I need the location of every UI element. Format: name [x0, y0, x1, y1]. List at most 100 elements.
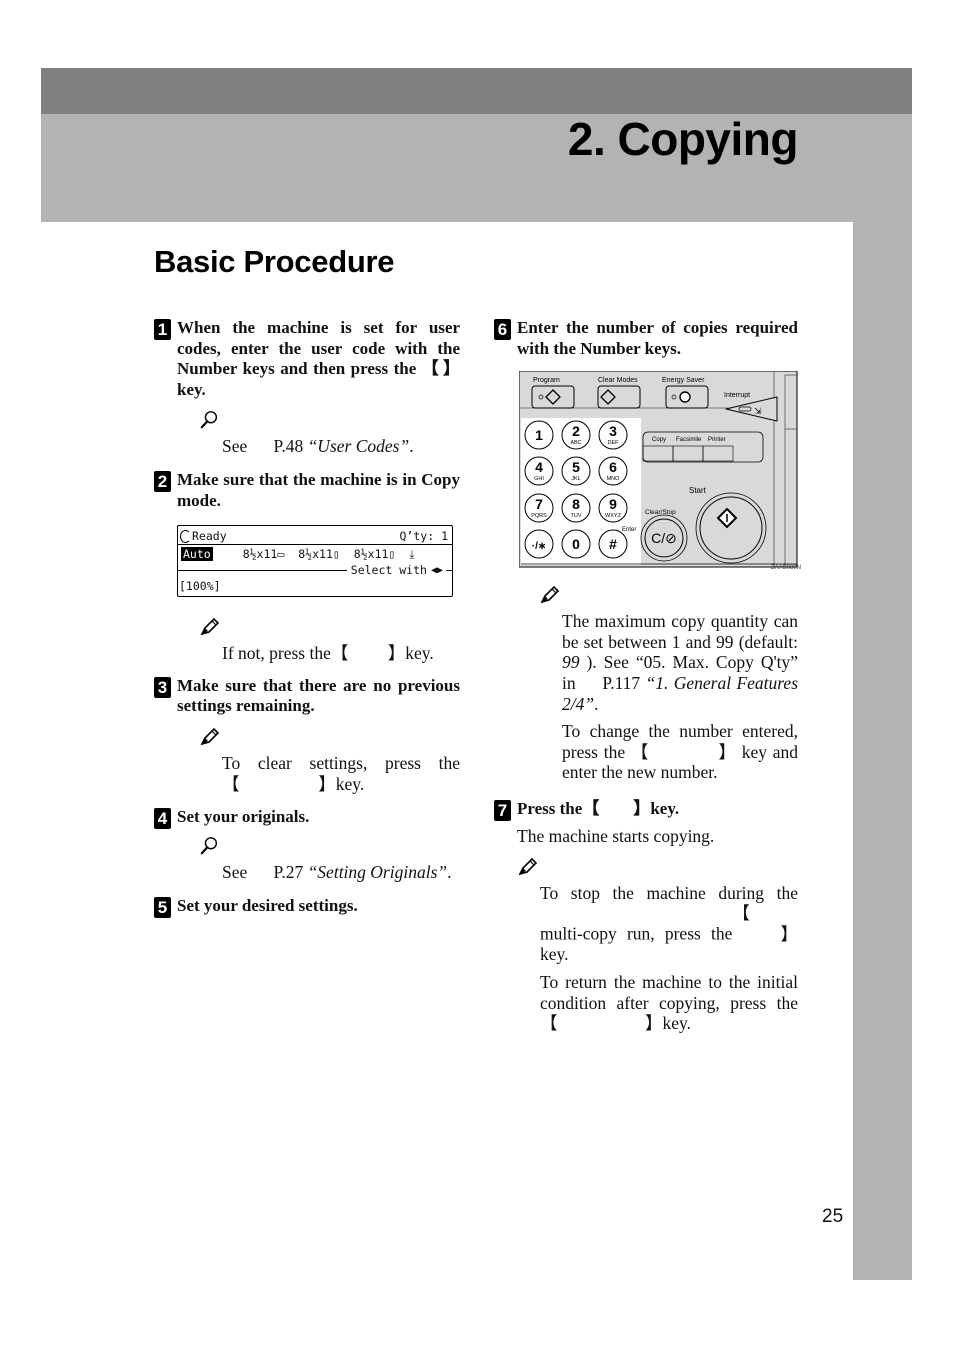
ref-end: .	[594, 693, 599, 714]
number-key-3[interactable]: 3DEF	[598, 420, 628, 450]
lcd-paper-row: Auto 8½x11▭ 8½x11▯ 8½x11▯ ⤓	[181, 546, 414, 562]
note-text-reset: To return the machine to the initial con…	[540, 972, 798, 1034]
step-number: 4	[154, 808, 171, 830]
reference-note: See P.48 “User Codes”.	[199, 410, 460, 457]
lcd-qty-label: Q’ty:	[399, 528, 435, 543]
step-number: 1	[154, 319, 171, 340]
step-7: 7 Press the 【 】 key. The machine starts co…	[494, 799, 798, 1034]
key-name-bracket: 【 】	[222, 773, 336, 794]
key-main-label: 1	[535, 427, 543, 443]
page-number: 25	[822, 1206, 844, 1227]
key-sub-label: GHI	[534, 476, 544, 482]
number-key-12[interactable]: #	[598, 529, 628, 559]
page-ref[interactable]: P.117	[602, 673, 640, 693]
note-text-change-number: To change the number entered, press the …	[562, 721, 798, 783]
number-key-7[interactable]: 7PQRS	[524, 493, 554, 523]
note-text: key.	[662, 1013, 692, 1034]
key-name-bracket: 【 】	[630, 741, 736, 762]
printer-mode-label: Printer	[708, 437, 726, 443]
note-text: The maximum copy quantity can be set bet…	[562, 611, 798, 652]
figure-code: ZAAS080N	[770, 565, 801, 572]
program-label: Program	[533, 377, 560, 384]
ref-title[interactable]: “User Codes”	[308, 436, 410, 456]
lcd-paper-option[interactable]: 8½x11▭	[243, 547, 285, 561]
note-text-stop: To stop the machine during the multi-cop…	[540, 883, 798, 965]
step-heading-text-end: key.	[177, 379, 206, 399]
chapter-side-strip	[853, 222, 912, 1280]
see-label: See	[222, 861, 248, 882]
key-main-label: 6	[609, 459, 617, 475]
control-panel-illustration: Program Clear Modes Energy Saver Interru…	[519, 371, 801, 571]
note: The maximum copy quantity can be set bet…	[539, 585, 798, 783]
lcd-status-text: Ready	[192, 528, 227, 543]
right-column: 6 Enter the number of copies required wi…	[494, 318, 801, 1034]
step-body: The machine starts copying.	[517, 825, 715, 846]
energy-saver-icon	[679, 391, 691, 403]
reference-note: See P.27 “Setting Originals”.	[199, 836, 460, 883]
number-key-9[interactable]: 9WXYZ	[598, 493, 628, 523]
key-main-label: 3	[609, 423, 617, 439]
start-label: Start	[689, 486, 707, 495]
page-ref[interactable]: P.27	[274, 862, 304, 882]
lcd-select-with: Select with	[350, 563, 427, 578]
ref-title[interactable]: “Setting Originals”	[308, 862, 448, 882]
note-text-post: key.	[405, 643, 434, 664]
number-key-1[interactable]: 1	[524, 420, 554, 450]
clear-modes-label: Clear Modes	[598, 377, 638, 384]
lcd-divider-line	[446, 569, 452, 571]
section-title: Basic Procedure	[154, 244, 395, 279]
note: If not, press the【 】key.	[199, 617, 460, 664]
number-key-5[interactable]: 5JKL	[561, 456, 591, 486]
number-key-8[interactable]: 8TUV	[561, 493, 591, 523]
lcd-divider-line	[178, 569, 347, 571]
key-sub-label: ABC	[570, 440, 581, 446]
note-text-max-qty: The maximum copy quantity can be set bet…	[562, 611, 798, 714]
lcd-paper-auto[interactable]: Auto	[181, 547, 213, 562]
step-1: 1 When the machine is set for user codes…	[154, 318, 460, 457]
bypass-tray-icon[interactable]: ⤓	[409, 547, 414, 562]
chapter-title: 2. Copying	[567, 113, 799, 165]
step-number: 7	[494, 799, 511, 821]
enter-label: Enter	[622, 527, 636, 533]
number-key-2[interactable]: 2ABC	[561, 420, 591, 450]
lcd-select-row: Select with ◀▶	[178, 562, 452, 578]
step-2: 2 Make sure that the machine is in Copy …	[154, 470, 460, 664]
energy-saver-label: Energy Saver	[662, 377, 705, 384]
default-value: 99	[562, 652, 580, 673]
clear-modes-button[interactable]	[597, 385, 641, 409]
step-4: 4 Set your originals. See P.27 “Setting …	[154, 807, 460, 882]
note-text: To clear settings, press the 【 】key.	[222, 753, 460, 794]
step-heading: Make sure that the machine is in Copy mo…	[177, 469, 460, 510]
ready-indicator-icon	[180, 529, 191, 543]
key-main-label: 0	[572, 536, 580, 552]
lcd-paper-option[interactable]: 8½x11▯	[354, 547, 396, 561]
lcd-status-row: Ready Q’ty: 1	[180, 527, 448, 544]
left-right-arrow-icon: ◀▶	[430, 564, 443, 576]
number-key-6[interactable]: 6MNO	[598, 456, 628, 486]
clear-stop-icon: C/⊘	[651, 530, 677, 546]
start-button[interactable]	[699, 496, 763, 560]
step-heading: Set your desired settings.	[177, 896, 358, 916]
step-heading: When the machine is set for user codes, …	[177, 318, 460, 400]
note-text-pre: If not, press the	[222, 643, 331, 664]
reference-text: See P.27 “Setting Originals”.	[222, 862, 460, 883]
lcd-paper-option[interactable]: 8½x11▯	[298, 547, 340, 561]
step-number: 3	[154, 676, 171, 698]
reference-magnifier-icon	[200, 411, 218, 429]
note-pencil-icon	[200, 727, 220, 746]
number-key-11[interactable]: 0	[561, 529, 591, 559]
lcd-display: Ready Q’ty: 1 Auto 8½x11▭ 8½x11▯ 8½x11▯ …	[177, 525, 453, 598]
facsimile-mode-label: Facsimile	[676, 437, 702, 443]
number-key-10[interactable]: ·/∗	[524, 529, 554, 559]
lcd-quantity: Q’ty: 1	[400, 529, 449, 543]
key-name-bracket: 【 】	[732, 903, 798, 944]
step-heading-text-end: key.	[650, 798, 680, 818]
note-text-pre: To clear settings, press the	[222, 752, 460, 773]
step-heading-text: Press the	[517, 798, 583, 818]
interrupt-icon: ⇲	[754, 406, 762, 416]
note-text-post: key.	[335, 773, 365, 794]
key-main-label: 5	[572, 459, 580, 475]
number-key-4[interactable]: 4GHI	[524, 456, 554, 486]
page-ref[interactable]: P.48	[274, 436, 304, 456]
left-column: 1 When the machine is set for user codes…	[154, 318, 460, 919]
